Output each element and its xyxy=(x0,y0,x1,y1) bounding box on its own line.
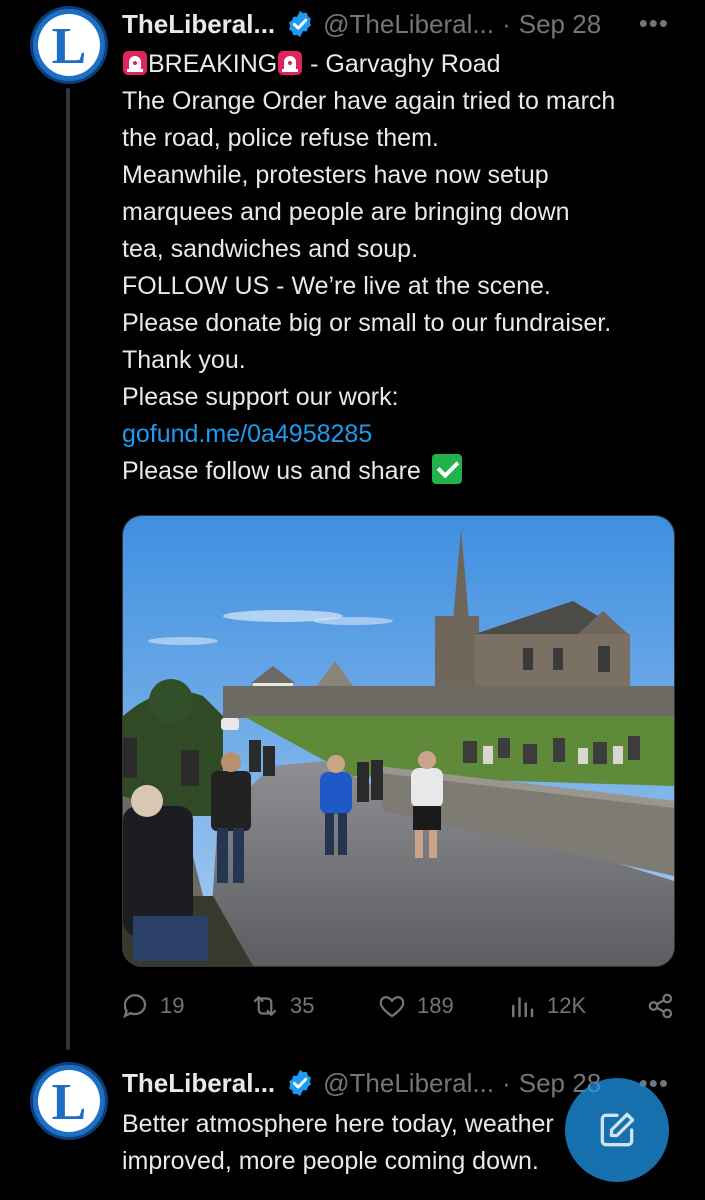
text-line: The Orange Order have again tried to mar… xyxy=(122,87,616,115)
verified-badge-icon xyxy=(289,10,312,38)
handle[interactable]: @TheLiberal... xyxy=(323,1068,494,1099)
text-line: Thank you. xyxy=(122,346,246,374)
handle[interactable]: @TheLiberal... xyxy=(323,9,494,40)
check-mark-emoji-icon xyxy=(431,454,462,484)
text-line: Please follow us and share xyxy=(122,457,421,485)
timestamp[interactable]: Sep 28 xyxy=(519,9,601,40)
verified-badge-icon xyxy=(289,1069,312,1097)
tweet-header: TheLiberal... @TheLiberal... · Sep 28 xyxy=(122,4,601,44)
share-icon xyxy=(648,993,673,1019)
compose-button[interactable] xyxy=(565,1078,669,1182)
display-name[interactable]: TheLiberal... xyxy=(122,9,275,40)
tweet-actions: 19 35 189 12K xyxy=(120,985,676,1027)
avatar-logo: L xyxy=(51,18,87,75)
like-icon xyxy=(379,996,405,1018)
church-road-photo xyxy=(123,516,674,966)
breaking-location: - Garvaghy Road xyxy=(303,50,501,78)
tweet-photo[interactable] xyxy=(122,515,675,967)
thread-line xyxy=(66,88,70,1050)
like-count: 189 xyxy=(417,993,454,1018)
share-button[interactable] xyxy=(646,991,676,1021)
text-line: tea, sandwiches and soup. xyxy=(122,235,419,263)
tweet-header: TheLiberal... @TheLiberal... · Sep 28 xyxy=(122,1063,601,1103)
text-line: the road, police refuse them. xyxy=(122,124,439,152)
repost-icon xyxy=(253,996,277,1016)
view-count: 12K xyxy=(547,993,587,1018)
avatar[interactable]: L xyxy=(30,6,108,84)
separator: · xyxy=(502,1067,511,1098)
reply-button[interactable]: 19 xyxy=(120,991,250,1021)
text-line: FOLLOW US - We’re live at the scene. xyxy=(122,272,551,300)
separator: · xyxy=(502,8,511,39)
avatar-logo: L xyxy=(51,1074,87,1131)
reply-icon xyxy=(123,994,147,1019)
text-line: marquees and people are bringing down xyxy=(122,198,570,226)
display-name[interactable]: TheLiberal... xyxy=(122,1068,275,1099)
views-button[interactable]: 12K xyxy=(507,991,646,1021)
compose-icon xyxy=(600,1112,635,1147)
fundraiser-link[interactable]: gofund.me/0a4958285 xyxy=(122,416,682,453)
siren-emoji-icon xyxy=(123,51,147,75)
more-options-icon[interactable]: ••• xyxy=(639,8,669,39)
text-line: Meanwhile, protesters have now setup xyxy=(122,161,549,189)
text-line: Please donate big or small to our fundra… xyxy=(122,309,612,337)
reply-count: 19 xyxy=(160,993,185,1018)
repost-button[interactable]: 35 xyxy=(250,991,377,1021)
views-icon xyxy=(512,997,534,1018)
avatar[interactable]: L xyxy=(30,1062,108,1140)
like-button[interactable]: 189 xyxy=(377,991,507,1021)
repost-count: 35 xyxy=(290,993,315,1018)
tweet-text: BREAKING - Garvaghy Road The Orange Orde… xyxy=(122,46,682,490)
text-line: Please support our work: xyxy=(122,383,399,411)
breaking-label: BREAKING xyxy=(148,50,278,78)
siren-emoji-icon xyxy=(278,51,303,75)
